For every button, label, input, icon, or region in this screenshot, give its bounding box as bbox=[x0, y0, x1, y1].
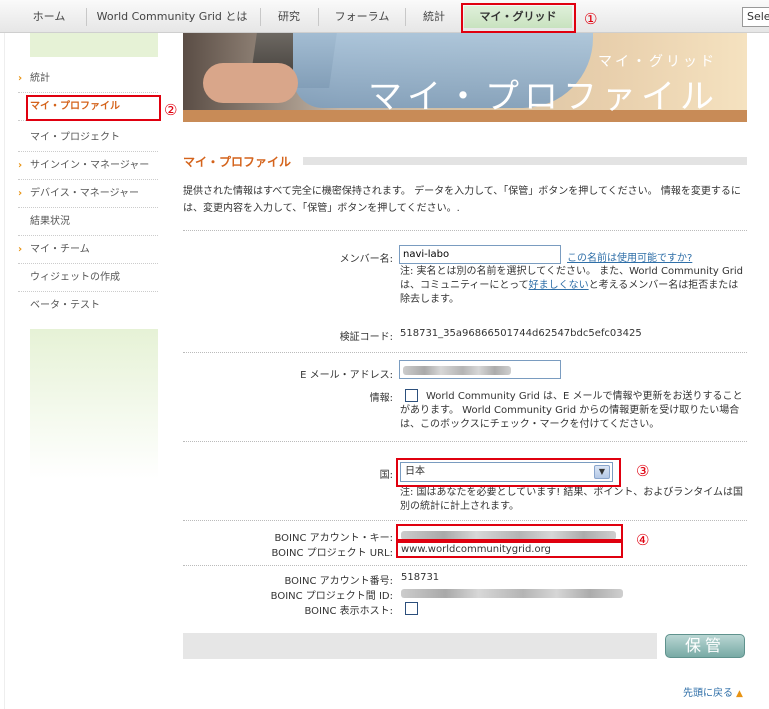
sidebar-item-label: マイ・チーム bbox=[30, 244, 90, 255]
sidebar-item-label: マイ・プロジェクト bbox=[30, 132, 120, 143]
sidebar-item-signin-manager[interactable]: › サインイン・マネージャー bbox=[18, 152, 158, 180]
sidebar: › 統計 マイ・プロファイル マイ・プロジェクト › サインイン・マネージャー › デ… bbox=[0, 33, 160, 709]
tab-home[interactable]: ホーム bbox=[14, 6, 84, 28]
banner-hand-image bbox=[203, 63, 298, 103]
sidebar-item-results[interactable]: 結果状況 bbox=[18, 208, 158, 236]
boinc-cross-id-label: BOINC プロジェクト間 ID: bbox=[270, 591, 393, 602]
blurred-cross-project-id bbox=[401, 589, 623, 598]
sidebar-item-my-projects[interactable]: マイ・プロジェクト bbox=[18, 124, 158, 152]
email-input[interactable] bbox=[399, 360, 561, 379]
top-navigation: ホーム World Community Grid とは 研究 フォーラム 統計 … bbox=[0, 0, 769, 33]
email-label: E メール・アドレス: bbox=[300, 370, 393, 381]
sidebar-item-label: 結果状況 bbox=[30, 216, 70, 227]
page-banner: マイ・グリッド マイ・プロファイル bbox=[183, 33, 747, 122]
back-to-top-link[interactable]: 先頭に戻る ▲ bbox=[683, 684, 743, 699]
boinc-account-value: 518731 bbox=[401, 572, 440, 583]
annotation-number-1: ① bbox=[584, 10, 598, 28]
annotation-number-3: ③ bbox=[636, 462, 650, 480]
divider bbox=[183, 441, 747, 442]
sidebar-item-label: デバイス・マネージャー bbox=[30, 188, 139, 199]
boinc-host-label: BOINC 表示ホスト: bbox=[304, 606, 393, 617]
banner-subtitle: マイ・グリッド bbox=[598, 54, 717, 70]
show-host-checkbox[interactable] bbox=[405, 602, 418, 615]
language-select[interactable]: Sele bbox=[742, 7, 769, 27]
nav-divider bbox=[318, 8, 319, 26]
tab-forum[interactable]: フォーラム bbox=[322, 6, 402, 28]
annotation-box-1 bbox=[461, 3, 576, 33]
sidebar-item-my-team[interactable]: › マイ・チーム bbox=[18, 236, 158, 264]
boinc-key-label: BOINC アカウント・キー: bbox=[274, 533, 393, 544]
chevron-right-icon: › bbox=[18, 160, 23, 171]
sidebar-item-device-manager[interactable]: › デバイス・マネージャー bbox=[18, 180, 158, 208]
sidebar-item-label: サインイン・マネージャー bbox=[30, 160, 150, 171]
tab-research[interactable]: 研究 bbox=[264, 6, 314, 28]
back-to-top-label: 先頭に戻る bbox=[683, 688, 733, 699]
member-name-input[interactable]: navi-labo bbox=[399, 245, 561, 264]
form-footer-bar bbox=[183, 633, 657, 659]
section-header: マイ・プロファイル bbox=[183, 153, 747, 170]
sidebar-item-beta-test[interactable]: ベータ・テスト bbox=[18, 292, 158, 320]
divider bbox=[183, 565, 747, 566]
tab-about[interactable]: World Community Grid とは bbox=[90, 6, 254, 28]
annotation-box-2 bbox=[26, 95, 161, 121]
verify-code-label: 検証コード: bbox=[339, 332, 393, 343]
boinc-url-label: BOINC プロジェクト URL: bbox=[271, 548, 393, 559]
sidebar-item-stats[interactable]: › 統計 bbox=[18, 65, 158, 93]
info-label: 情報: bbox=[369, 393, 393, 404]
nav-divider bbox=[405, 8, 406, 26]
blurred-email bbox=[403, 366, 511, 375]
member-name-label: メンバー名: bbox=[339, 254, 393, 265]
banner-title: マイ・プロファイル bbox=[368, 77, 719, 117]
country-label: 国: bbox=[379, 470, 393, 481]
nav-divider bbox=[260, 8, 261, 26]
member-name-note: 注: 実名とは別の名前を選択してください。 また、World Community… bbox=[400, 265, 745, 307]
annotation-number-4: ④ bbox=[636, 531, 650, 549]
annotation-box-4b bbox=[396, 541, 623, 558]
tab-stats[interactable]: 統計 bbox=[410, 6, 458, 28]
sidebar-item-widget[interactable]: ウィジェットの作成 bbox=[18, 264, 158, 292]
annotation-box-4a bbox=[396, 524, 623, 541]
annotation-box-3 bbox=[396, 458, 621, 487]
annotation-number-2: ② bbox=[164, 101, 178, 119]
arrow-up-icon: ▲ bbox=[736, 689, 743, 699]
boinc-account-label: BOINC アカウント番号: bbox=[284, 576, 393, 587]
name-availability-link[interactable]: この名前は使用可能ですか? bbox=[567, 249, 692, 264]
sidebar-item-label: ウィジェットの作成 bbox=[30, 272, 120, 283]
sidebar-item-label: ベータ・テスト bbox=[30, 300, 100, 311]
divider bbox=[183, 520, 747, 521]
section-header-bar bbox=[303, 157, 747, 165]
nav-divider bbox=[86, 8, 87, 26]
chevron-right-icon: › bbox=[18, 188, 23, 199]
divider bbox=[183, 352, 747, 353]
sidebar-decoration bbox=[30, 329, 158, 479]
info-text: World Community Grid は、E メールで情報や更新をお送りする… bbox=[400, 391, 743, 430]
page-title: マイ・プロファイル bbox=[183, 153, 300, 170]
divider bbox=[183, 230, 747, 231]
undesirable-link[interactable]: 好ましくない bbox=[529, 280, 589, 291]
sidebar-header-block bbox=[30, 33, 158, 57]
save-button[interactable]: 保管 bbox=[665, 634, 745, 658]
country-note: 注: 国はあなたを必要としています! 結果、ポイント、およびランタイムは国別の統… bbox=[400, 487, 744, 512]
verify-code-value: 518731_35a96866501744d62547bdc5efc03425 bbox=[400, 328, 642, 339]
intro-text: 提供された情報はすべて完全に機密保持されます。 データを入力して、「保管」ボタン… bbox=[183, 186, 741, 214]
chevron-right-icon: › bbox=[18, 244, 23, 255]
chevron-right-icon: › bbox=[18, 73, 23, 84]
sidebar-item-label: 統計 bbox=[30, 73, 50, 84]
